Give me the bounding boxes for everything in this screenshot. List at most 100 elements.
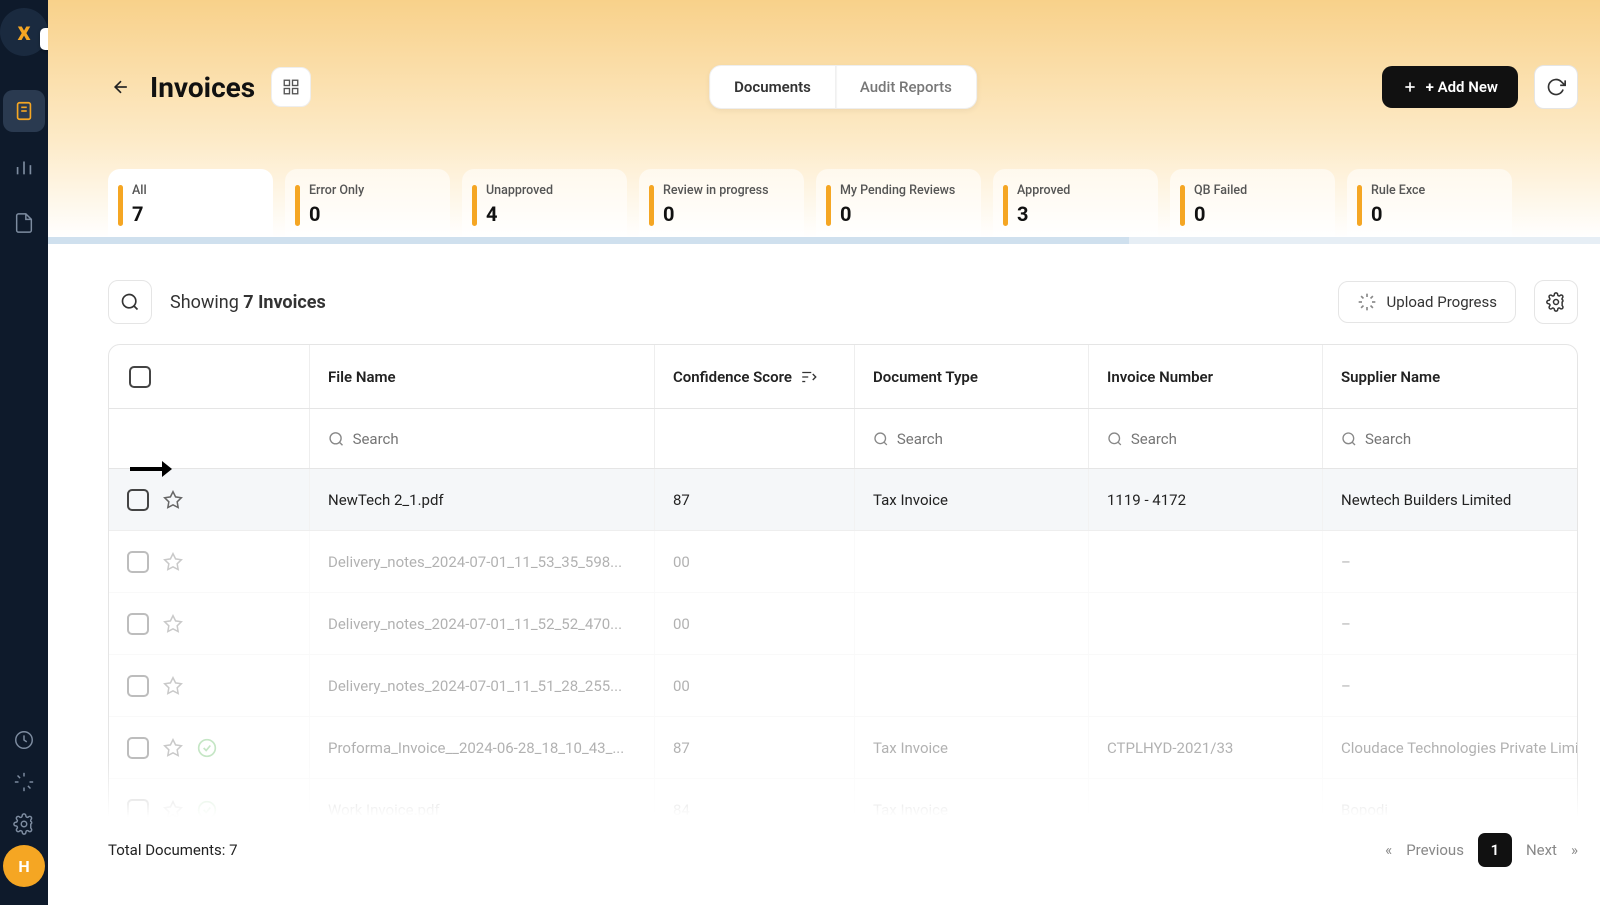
sidebar-item-history[interactable] — [3, 719, 45, 761]
table-row[interactable]: Delivery_notes_2024-07-01_11_52_52_470..… — [109, 593, 1577, 655]
pager-first[interactable]: « — [1385, 841, 1392, 859]
gear-icon — [13, 813, 35, 835]
filter-card-approved[interactable]: Approved3 — [993, 169, 1158, 238]
star-icon[interactable] — [163, 552, 183, 572]
table-row[interactable]: Delivery_notes_2024-07-01_11_51_28_255..… — [109, 655, 1577, 717]
filter-card-review-in-progress[interactable]: Review in progress0 — [639, 169, 804, 238]
table-settings-button[interactable] — [1534, 280, 1578, 324]
search-icon — [328, 430, 345, 448]
search-file-name-input[interactable] — [353, 430, 636, 448]
row-checkbox[interactable] — [127, 613, 149, 635]
row-checkbox[interactable] — [127, 675, 149, 697]
search-document-type[interactable] — [873, 430, 1070, 448]
sidebar-item-settings[interactable] — [3, 803, 45, 845]
column-supplier-name[interactable]: Supplier Name — [1322, 345, 1577, 408]
pager-next[interactable]: Next — [1526, 841, 1557, 859]
filter-value: 0 — [1371, 202, 1492, 226]
refresh-button[interactable] — [1534, 65, 1578, 109]
upload-progress-label: Upload Progress — [1387, 293, 1497, 311]
row-checkbox[interactable] — [127, 551, 149, 573]
back-button[interactable] — [108, 74, 134, 100]
view-toggle-button[interactable] — [271, 67, 311, 107]
cell-file-name: Delivery_notes_2024-07-01_11_53_35_598..… — [309, 531, 654, 592]
filter-card-rule-exce[interactable]: Rule Exce0 — [1347, 169, 1512, 238]
star-icon[interactable] — [163, 738, 183, 758]
tab-audit-reports[interactable]: Audit Reports — [836, 66, 976, 108]
table-row[interactable]: Proforma_Invoice__2024-06-28_18_10_43_..… — [109, 717, 1577, 779]
table-row[interactable]: NewTech 2_1.pdf87Tax Invoice1119 - 4172N… — [109, 469, 1577, 531]
cell-supplier-name: – — [1322, 593, 1577, 654]
filter-value: 0 — [840, 202, 961, 226]
search-button[interactable] — [108, 280, 152, 324]
annotation-arrow-icon — [130, 457, 172, 481]
filter-scroll-track[interactable] — [48, 237, 1600, 244]
pager-current[interactable]: 1 — [1478, 833, 1512, 867]
app-logo[interactable]: x — [0, 8, 48, 56]
cell-document-type — [854, 655, 1088, 716]
filter-card-error-only[interactable]: Error Only0 — [285, 169, 450, 238]
filter-label: Unapproved — [486, 183, 607, 198]
spinner-icon — [1357, 292, 1377, 312]
star-icon[interactable] — [163, 800, 183, 820]
cell-supplier-name: – — [1322, 531, 1577, 592]
cell-document-type — [854, 593, 1088, 654]
sidebar-item-loading[interactable] — [3, 761, 45, 803]
filter-value: 7 — [132, 202, 253, 226]
column-confidence-score[interactable]: Confidence Score — [654, 345, 854, 408]
tab-documents[interactable]: Documents — [710, 66, 836, 108]
center-tabs: Documents Audit Reports — [709, 65, 977, 109]
cell-invoice-number — [1088, 531, 1322, 592]
star-icon[interactable] — [163, 676, 183, 696]
cell-file-name: Delivery_notes_2024-07-01_11_51_28_255..… — [309, 655, 654, 716]
filter-label: My Pending Reviews — [840, 183, 961, 198]
search-invoice-number[interactable] — [1107, 430, 1304, 448]
logo-icon: x — [17, 17, 30, 47]
table-row[interactable]: Delivery_notes_2024-07-01_11_53_35_598..… — [109, 531, 1577, 593]
sort-icon — [800, 368, 818, 386]
search-document-type-input[interactable] — [897, 430, 1070, 448]
cell-file-name: Delivery_notes_2024-07-01_11_52_52_470..… — [309, 593, 654, 654]
row-checkbox[interactable] — [127, 799, 149, 821]
column-invoice-number[interactable]: Invoice Number — [1088, 345, 1322, 408]
add-new-button[interactable]: + Add New — [1382, 66, 1518, 108]
check-circle-icon — [197, 800, 217, 820]
filter-value: 0 — [663, 202, 784, 226]
filter-label: Approved — [1017, 183, 1138, 198]
cell-confidence-score: 87 — [654, 717, 854, 778]
upload-progress-button[interactable]: Upload Progress — [1338, 281, 1516, 323]
search-icon — [1107, 430, 1123, 448]
filter-card-qb-failed[interactable]: QB Failed0 — [1170, 169, 1335, 238]
cell-document-type: Tax Invoice — [854, 469, 1088, 530]
sidebar-item-analytics[interactable] — [3, 146, 45, 188]
pager-last[interactable]: » — [1571, 841, 1578, 859]
bar-chart-icon — [13, 156, 35, 178]
check-circle-icon — [197, 738, 217, 758]
user-avatar[interactable]: H — [3, 845, 45, 887]
pager-previous[interactable]: Previous — [1406, 841, 1464, 859]
cell-file-name: Proforma_Invoice__2024-06-28_18_10_43_..… — [309, 717, 654, 778]
add-new-label: + Add New — [1426, 78, 1498, 96]
search-icon — [873, 430, 889, 448]
filter-card-unapproved[interactable]: Unapproved4 — [462, 169, 627, 238]
select-all-checkbox[interactable] — [129, 366, 151, 388]
filter-card-my-pending-reviews[interactable]: My Pending Reviews 0 — [816, 169, 981, 238]
column-file-name[interactable]: File Name — [309, 345, 654, 408]
row-checkbox[interactable] — [127, 489, 149, 511]
cell-confidence-score: 87 — [654, 469, 854, 530]
sidebar-item-pdf[interactable] — [3, 202, 45, 244]
row-checkbox[interactable] — [127, 737, 149, 759]
document-icon — [13, 100, 35, 122]
star-icon[interactable] — [163, 490, 183, 510]
cell-file-name: NewTech 2_1.pdf — [309, 469, 654, 530]
search-supplier-name-input[interactable] — [1365, 430, 1559, 448]
column-document-type[interactable]: Document Type — [854, 345, 1088, 408]
search-invoice-number-input[interactable] — [1131, 430, 1304, 448]
star-icon[interactable] — [163, 614, 183, 634]
search-supplier-name[interactable] — [1341, 430, 1559, 448]
sidebar-item-documents[interactable] — [3, 90, 45, 132]
search-file-name[interactable] — [328, 430, 636, 448]
filter-card-all[interactable]: All7 — [108, 169, 273, 238]
cell-document-type: Tax Invoice — [854, 717, 1088, 778]
arrow-left-icon — [111, 77, 131, 97]
table-footer: Total Documents: 7 « Previous 1 Next » — [108, 823, 1578, 877]
